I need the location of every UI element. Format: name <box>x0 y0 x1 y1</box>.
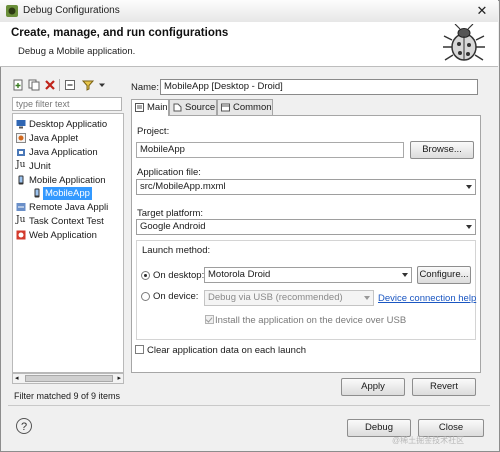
tab-source[interactable]: Source <box>169 99 217 115</box>
bug-icon <box>443 24 485 61</box>
install-over-usb-label: Install the application on the device ov… <box>215 315 407 326</box>
duplicate-icon[interactable] <box>28 79 40 91</box>
junit-icon: Ju <box>16 160 26 170</box>
application-file-combo[interactable]: src/MobileApp.mxml <box>136 179 476 195</box>
chevron-down-icon <box>466 225 472 229</box>
java-applet-icon <box>16 133 26 143</box>
remote-java-icon <box>16 203 26 211</box>
title-bar: Debug Configurations ✕ <box>0 0 498 23</box>
mobile-app-icon <box>18 175 24 185</box>
window-title: Debug Configurations <box>23 5 120 16</box>
apply-button[interactable]: Apply <box>341 378 405 396</box>
task-context-icon: Ju <box>16 215 26 225</box>
dropdown-arrow-icon[interactable] <box>96 79 108 91</box>
delete-icon[interactable] <box>44 79 56 91</box>
java-app-icon <box>17 149 25 156</box>
launch-method-label: Launch method: <box>142 245 211 256</box>
revert-button[interactable]: Revert <box>412 378 476 396</box>
mobile-config-icon <box>34 188 40 198</box>
footer-divider <box>8 405 490 406</box>
config-toolbar <box>12 79 124 93</box>
target-platform-combo[interactable]: Google Android <box>136 219 476 235</box>
device-connection-help-link[interactable]: Device connection help <box>378 293 476 304</box>
toolbar-divider <box>59 79 60 91</box>
scroll-right-icon[interactable]: ▸ <box>117 375 121 383</box>
clear-data-checkbox[interactable] <box>135 345 144 354</box>
dialog-header: Create, manage, and run configurations D… <box>0 22 498 67</box>
filter-icon[interactable] <box>82 79 94 91</box>
debug-app-icon <box>6 5 18 17</box>
desktop-app-icon <box>16 120 26 129</box>
filter-status: Filter matched 9 of 9 items <box>14 391 121 401</box>
filter-input[interactable]: type filter text <box>12 97 122 111</box>
project-label: Project: <box>137 126 170 137</box>
tab-main[interactable]: Main <box>131 99 169 116</box>
on-device-radio[interactable] <box>141 292 150 301</box>
config-tree: Desktop Applicatio Java Applet Java Appl… <box>12 113 124 373</box>
common-tab-icon <box>221 103 230 112</box>
application-file-label: Application file: <box>137 167 201 178</box>
clear-data-label: Clear application data on each launch <box>147 345 306 356</box>
project-input[interactable]: MobileApp <box>136 142 404 158</box>
watermark: @稀土掘金技术社区 <box>392 436 465 445</box>
scroll-left-icon[interactable]: ◂ <box>15 375 19 383</box>
on-device-label: On device: <box>153 291 199 302</box>
on-desktop-radio[interactable] <box>141 271 150 280</box>
web-app-icon <box>16 230 26 240</box>
desktop-device-combo[interactable]: Motorola Droid <box>204 267 412 283</box>
header-subtitle: Debug a Mobile application. <box>18 46 136 57</box>
name-input[interactable]: MobileApp [Desktop - Droid] <box>160 79 478 95</box>
source-tab-icon <box>173 103 182 112</box>
main-tab-icon <box>135 103 144 112</box>
window-close-button[interactable]: ✕ <box>472 3 492 19</box>
install-over-usb-checkbox[interactable] <box>205 315 214 324</box>
scrollbar-thumb[interactable] <box>25 375 113 382</box>
on-desktop-label: On desktop: <box>153 270 205 281</box>
help-icon[interactable]: ? <box>16 418 32 434</box>
config-tabs: Main Source Common <box>131 99 481 116</box>
tree-horizontal-scrollbar[interactable]: ◂ ▸ <box>12 373 124 384</box>
target-platform-label: Target platform: <box>137 208 203 219</box>
chevron-down-icon <box>364 296 370 300</box>
header-title: Create, manage, and run configurations <box>11 27 229 39</box>
tab-common[interactable]: Common <box>217 99 273 115</box>
name-label: Name: <box>131 82 159 93</box>
chevron-down-icon <box>402 273 408 277</box>
chevron-down-icon <box>466 185 472 189</box>
new-config-icon[interactable] <box>12 79 24 91</box>
collapse-all-icon[interactable] <box>64 79 76 91</box>
configure-button[interactable]: Configure... <box>417 266 471 284</box>
browse-button[interactable]: Browse... <box>410 141 474 159</box>
device-mode-combo[interactable]: Debug via USB (recommended) <box>204 290 374 306</box>
